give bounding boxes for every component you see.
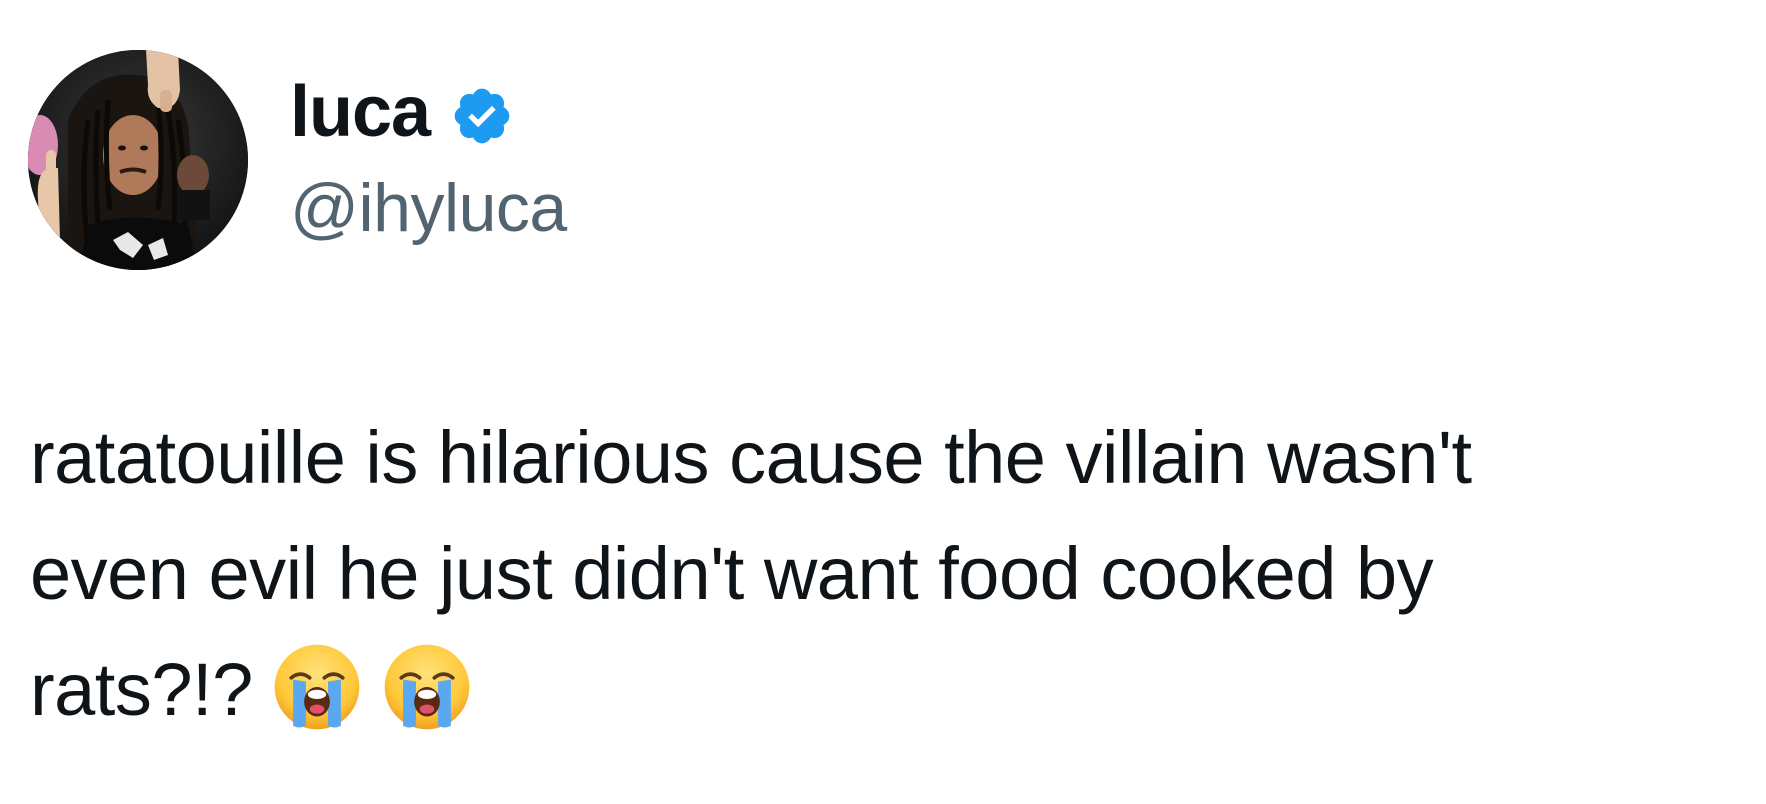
tweet-text-line: rats?!? [30, 648, 253, 731]
verified-badge-icon[interactable] [450, 84, 514, 148]
avatar-photo-icon [28, 50, 248, 270]
tweet-text-line: ratatouille is hilarious cause the villa… [30, 416, 1472, 499]
tweet-card: luca @ihyluca ratatouille is hilarious c… [0, 0, 1766, 804]
tweet-text-line-last: rats?!? [30, 632, 1730, 748]
tweet-body: ratatouille is hilarious cause the villa… [30, 400, 1730, 748]
loudly-crying-face-icon [381, 641, 473, 733]
tweet-text-line: even evil he just didn't want food cooke… [30, 532, 1434, 615]
display-name-row: luca [290, 72, 514, 152]
loudly-crying-face-icon [271, 641, 363, 733]
user-handle[interactable]: @ihyluca [290, 168, 567, 248]
avatar[interactable] [28, 50, 248, 270]
display-name[interactable]: luca [290, 72, 431, 152]
